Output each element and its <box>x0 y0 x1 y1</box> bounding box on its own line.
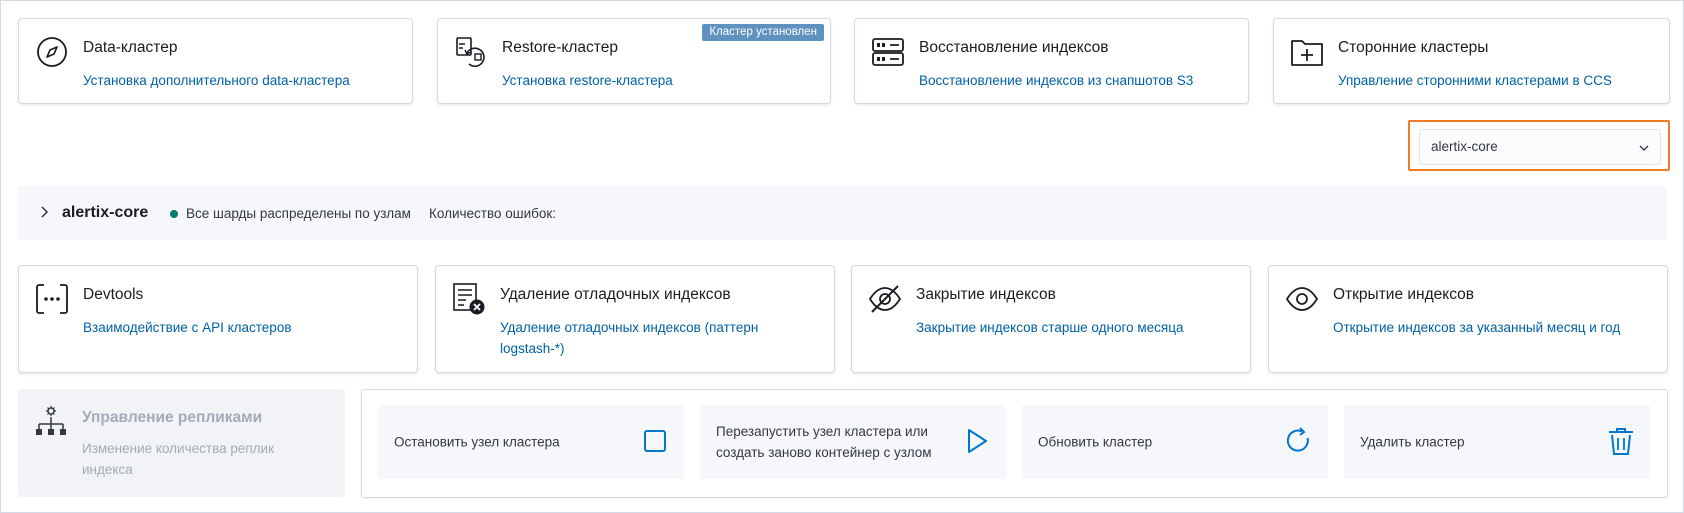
replicas-icon <box>34 405 68 439</box>
card-title: Удаление отладочных индексов <box>500 286 731 303</box>
eye-closed-icon <box>868 282 902 316</box>
card-title: Restore-кластер <box>502 39 618 56</box>
card-title: Data-кластер <box>83 39 178 56</box>
restore-icon <box>454 35 488 69</box>
card-link[interactable]: Взаимодействие с API кластеров <box>83 317 393 338</box>
storage-icon <box>871 35 905 69</box>
card-open-indices[interactable]: Открытие индексов Открытие индексов за у… <box>1268 265 1668 373</box>
chevron-down-icon <box>1638 141 1650 153</box>
card-devtools[interactable]: Devtools Взаимодействие с API кластеров <box>18 265 418 373</box>
card-title: Сторонние кластеры <box>1338 39 1489 56</box>
cluster-status-bar: alertix-core Все шарды распределены по у… <box>18 186 1667 240</box>
compass-icon <box>35 35 69 69</box>
card-description: Изменение количества реплик индекса <box>82 441 274 477</box>
card-data-cluster[interactable]: Data-кластер Установка дополнительного d… <box>18 18 413 104</box>
card-delete-debug-indices[interactable]: Удаление отладочных индексов Удаление от… <box>435 265 835 373</box>
status-badge: Кластер установлен <box>702 24 824 41</box>
console-icon <box>35 282 69 316</box>
cluster-status-text: Все шарды распределены по узлам <box>186 206 411 221</box>
update-cluster-button[interactable]: Обновить кластер <box>1022 405 1328 479</box>
trash-icon <box>1606 426 1636 456</box>
card-link[interactable]: Закрытие индексов старше одного месяца <box>916 317 1236 338</box>
folder-add-icon <box>1290 35 1324 69</box>
card-link[interactable]: Установка restore-кластера <box>502 70 673 91</box>
card-title: Закрытие индексов <box>916 286 1056 303</box>
status-dot-icon <box>170 210 178 218</box>
action-label: Перезапустить узел кластера или создать … <box>716 424 932 460</box>
delete-cluster-button[interactable]: Удалить кластер <box>1344 405 1650 479</box>
stop-node-button[interactable]: Остановить узел кластера <box>378 405 684 479</box>
errors-count-label: Количество ошибок: <box>429 206 557 221</box>
restart-node-button[interactable]: Перезапустить узел кластера или создать … <box>700 405 1006 479</box>
card-restore-cluster[interactable]: Restore-кластер Установка restore-класте… <box>437 18 831 104</box>
card-remote-clusters[interactable]: Сторонние кластеры Управление сторонними… <box>1273 18 1670 104</box>
action-label: Удалить кластер <box>1360 434 1465 450</box>
card-title: Управление репликами <box>82 409 263 426</box>
card-close-indices[interactable]: Закрытие индексов Закрытие индексов стар… <box>851 265 1251 373</box>
eye-icon <box>1285 282 1319 316</box>
action-label: Обновить кластер <box>1038 434 1153 450</box>
card-title: Открытие индексов <box>1333 286 1474 303</box>
cluster-select-highlight: alertix-core <box>1408 120 1670 171</box>
card-link[interactable]: Управление сторонними кластерами в CCS <box>1338 70 1612 91</box>
card-link[interactable]: Удаление отладочных индексов (паттерн lo… <box>500 317 790 359</box>
card-link[interactable]: Открытие индексов за указанный месяц и г… <box>1333 317 1653 338</box>
card-replicas-disabled: Управление репликами Изменение количеств… <box>18 389 345 497</box>
card-title: Devtools <box>83 286 144 303</box>
card-link[interactable]: Установка дополнительного data-кластера <box>83 70 350 91</box>
action-label: Остановить узел кластера <box>394 434 560 450</box>
card-restore-indices[interactable]: Восстановление индексов Восстановление и… <box>854 18 1249 104</box>
card-link[interactable]: Восстановление индексов из снапшотов S3 <box>919 70 1193 91</box>
stop-icon <box>640 426 670 456</box>
cluster-select-value: alertix-core <box>1431 139 1498 154</box>
cluster-select[interactable]: alertix-core <box>1419 129 1661 165</box>
cluster-actions-panel: Остановить узел кластера Перезапустить у… <box>361 389 1668 498</box>
play-icon <box>962 426 992 456</box>
refresh-icon <box>1284 426 1314 456</box>
chevron-right-icon[interactable] <box>38 205 52 219</box>
cluster-name[interactable]: alertix-core <box>62 204 148 222</box>
card-title: Восстановление индексов <box>919 39 1109 56</box>
list-delete-icon <box>452 282 486 316</box>
page-frame: Data-кластер Установка дополнительного d… <box>0 0 1684 513</box>
